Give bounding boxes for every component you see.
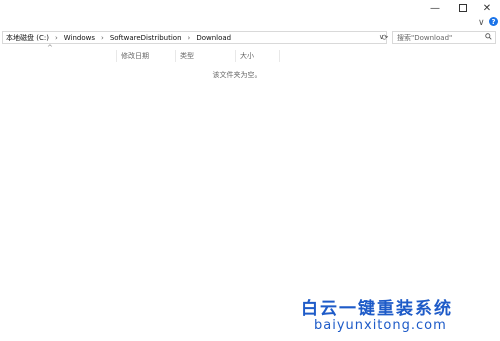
refresh-button[interactable]: ⟳ [380, 31, 390, 44]
column-header-date[interactable]: 修改日期 [116, 50, 176, 62]
minimize-button[interactable]: — [422, 0, 448, 16]
ribbon-expand-button[interactable]: ∨ [478, 18, 485, 28]
search-icon [485, 33, 492, 42]
search-input[interactable]: 搜索"Download" [392, 31, 496, 44]
search-placeholder: 搜索"Download" [397, 33, 453, 42]
watermark-url: baiyunxitong.com [314, 318, 447, 333]
watermark-logo: 白云一键重装系统 baiyunxitong.com [296, 292, 496, 337]
maximize-icon [459, 4, 467, 12]
close-icon: ✕ [482, 2, 492, 14]
watermark-title: 白云一键重装系统 [301, 299, 453, 319]
breadcrumb-separator-icon[interactable]: › [55, 34, 58, 42]
breadcrumb-separator-icon[interactable]: › [188, 34, 191, 42]
breadcrumb-separator-icon[interactable]: › [101, 34, 104, 42]
chevron-down-icon: ∨ [478, 18, 485, 28]
sort-indicator-icon: ^ [47, 44, 53, 52]
breadcrumb-softwaredistribution[interactable]: SoftwareDistribution [110, 34, 182, 42]
title-bar: — ✕ [0, 0, 500, 18]
column-header-size[interactable]: 大小 [236, 50, 280, 62]
refresh-icon: ⟳ [381, 33, 389, 42]
empty-folder-message: 该文件夹为空。 [212, 71, 262, 79]
breadcrumb-windows[interactable]: Windows [64, 34, 95, 42]
breadcrumb-drive[interactable]: 本地磁盘 (C:) [6, 33, 49, 43]
close-button[interactable]: ✕ [474, 0, 500, 16]
maximize-button[interactable] [450, 0, 476, 16]
breadcrumb-download[interactable]: Download [196, 34, 231, 42]
address-bar[interactable]: 本地磁盘 (C:) › Windows › SoftwareDistributi… [2, 31, 387, 44]
minimize-icon: — [430, 2, 440, 14]
help-icon[interactable]: ? [489, 17, 498, 26]
column-header-type[interactable]: 类型 [176, 50, 236, 62]
